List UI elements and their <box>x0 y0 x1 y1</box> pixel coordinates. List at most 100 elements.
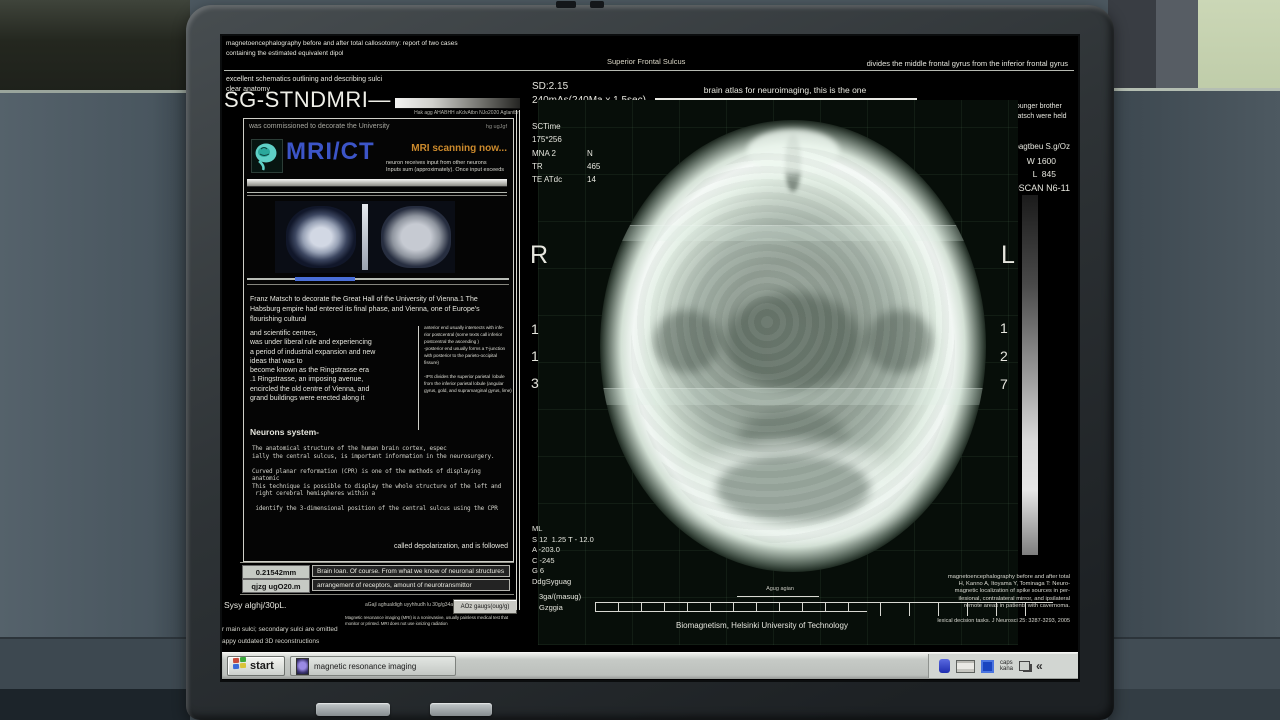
coronal-scan-thumbnail[interactable] <box>381 206 451 268</box>
wall-lower <box>0 639 190 689</box>
ruler-label: Agug agian <box>738 586 822 593</box>
column-divider <box>418 326 419 430</box>
slice-digits-right: 1 2 7 <box>1000 314 1008 398</box>
measure-label: 0.21542mm <box>242 565 310 579</box>
param-matrix: 175*256 <box>532 135 562 145</box>
panel-footer-note: called depolarization, and is followed <box>394 543 508 552</box>
scan-thumbnails[interactable] <box>275 201 455 273</box>
divider-line <box>247 192 507 193</box>
panel-title: MRI/CT <box>286 137 375 167</box>
vertical-separator <box>519 110 520 610</box>
task-button-mri[interactable]: magnetic resonance imaging <box>290 656 456 676</box>
citation-block: magnetoencephalography before and after … <box>910 574 1070 610</box>
scan-status-detail: neuron receives input from other neurons… <box>386 160 504 174</box>
title-gradient-bar <box>395 98 520 109</box>
brain-icon <box>251 139 283 173</box>
taskbar: start magnetic resonance imaging caps ka… <box>222 652 1078 679</box>
slice-digits-left: 1 1 3 <box>531 316 539 397</box>
cutoff-line2: appy outdated 3D reconstructions <box>222 638 319 646</box>
window-width-value: W 1600 <box>1027 156 1056 167</box>
scan-status: MRI scanning now... <box>411 143 507 156</box>
wall-left <box>0 93 190 637</box>
section-heading: Neurons system- <box>250 427 319 438</box>
tray-collapse-chevron[interactable]: « <box>1036 659 1043 673</box>
start-button[interactable]: start <box>227 656 285 676</box>
param-value: 465 <box>587 162 600 172</box>
citation-journal: lexical decision tasks. J Neurosci 25: 3… <box>937 618 1070 625</box>
marker-left: L <box>1001 240 1015 271</box>
task-label: magnetic resonance imaging <box>314 662 416 671</box>
wall-strip <box>1156 0 1198 90</box>
ct-tint-overlay <box>600 120 986 572</box>
bottom-mid-label: aGajl aghualdigh uyyhhudh lu 30g/g34aa <box>365 602 456 608</box>
label-superior-frontal-sulcus: Superior Frontal Sulcus <box>607 57 685 66</box>
grayscale-lut-bar <box>1022 195 1038 555</box>
wall-top-left <box>0 0 190 92</box>
wall-strip <box>1108 0 1156 90</box>
scan-caption: Biomagnetism, Helsinki University of Tec… <box>602 621 922 631</box>
window-title-line1: magnetoencephalography before and after … <box>226 40 458 48</box>
divider-line <box>247 195 507 196</box>
param-sctime: SCTime <box>532 122 561 132</box>
param-label: MNA 2 <box>532 149 556 159</box>
ime-mode-indicator[interactable]: caps kana <box>1000 660 1013 673</box>
wall-green-panel <box>1198 0 1280 92</box>
separator-line <box>224 70 1074 71</box>
param-value: 14 <box>587 175 596 185</box>
article-paragraph: Franz Matsch to decorate the Great Hall … <box>250 295 507 324</box>
mri-note: Magnetic resonance imaging (MRI) is a no… <box>345 615 508 628</box>
cutoff-line1: r main sulci; secondary sulci are omitte… <box>222 626 338 634</box>
divider-line <box>240 594 514 595</box>
desk-shadow <box>0 689 190 720</box>
app-title: SG-STNDMRI— <box>224 86 391 114</box>
bottom-left-label: Sysy alghj/30pL. <box>224 600 286 611</box>
mono-text-block: The anatomical structure of the human br… <box>252 445 510 513</box>
sd-value: SD:2.15 <box>532 81 568 94</box>
ml-sub-block: 3ga/(masug) Gzggia <box>539 591 581 613</box>
wall-lower <box>1108 639 1280 689</box>
ruler-ticks-fine <box>595 603 867 611</box>
screen: magnetoencephalography before and after … <box>222 36 1078 680</box>
subtitle-line1: excellent schematics outlining and descr… <box>226 76 382 85</box>
kana-label: kana <box>1000 666 1013 673</box>
progress-bar <box>247 179 507 187</box>
keyboard-icon[interactable] <box>956 660 975 673</box>
param-value: N <box>587 149 593 159</box>
bezel-vent <box>590 1 604 8</box>
param-label: TR <box>532 162 543 172</box>
thumbnail-scrollbar-thumb[interactable] <box>295 277 355 281</box>
bezel-vent <box>556 1 576 8</box>
coronal-scan-thumbnail[interactable] <box>286 206 356 268</box>
window-level-value: L 845 <box>1033 169 1056 180</box>
thumbnail-divider <box>362 204 368 270</box>
system-tray: caps kana « <box>928 654 1078 678</box>
label-divides-gyrus: divides the middle frontal gyrus from th… <box>867 59 1068 68</box>
title-fineprint: Hak agg AHABHH aKdvAtbn NJo2020 Aglantbn <box>402 110 520 116</box>
layers-icon[interactable] <box>1019 661 1030 671</box>
monitor-button[interactable] <box>430 703 492 716</box>
atlas-note: brain atlas for neuroimaging, this is th… <box>652 85 918 96</box>
article-column-right: anterior end usually intersects with inf… <box>424 326 512 396</box>
window-title-line2: containing the estimated equivalent dipo… <box>226 50 343 58</box>
desk-shadow <box>1108 689 1280 720</box>
thumbnail-scrollbar-track[interactable] <box>247 278 509 280</box>
ime-icon[interactable] <box>981 660 994 673</box>
document-panel[interactable]: was commissioned to decorate the Univers… <box>243 118 514 562</box>
start-flag-icon <box>233 657 246 675</box>
aoz-button[interactable]: AOz gaugs(oug/g) <box>453 599 517 614</box>
ruler-label-underline <box>737 596 819 597</box>
mri-task-icon <box>296 658 309 675</box>
monitor-button[interactable] <box>316 703 390 716</box>
panel-caption: was commissioned to decorate the Univers… <box>249 123 389 132</box>
tray-app-icon[interactable] <box>939 659 950 673</box>
ml-parameter-block: ML S 12 1.25 T - 12.0 A -203.0 C -245 G … <box>532 524 594 587</box>
axial-ct-brain-image <box>600 120 986 572</box>
divider-line <box>240 562 514 563</box>
measure-value: arrangement of receptors, amount of neur… <box>312 579 510 591</box>
ruler-baseline <box>595 611 867 612</box>
article-column-left: and scientific centres, was under libera… <box>250 329 416 403</box>
ct-viewport[interactable] <box>538 100 1018 645</box>
vertical-separator <box>516 110 517 610</box>
panel-caption-right: hg ugJgf <box>486 124 507 131</box>
measure-label: qjzg ugO20.m <box>242 579 310 593</box>
